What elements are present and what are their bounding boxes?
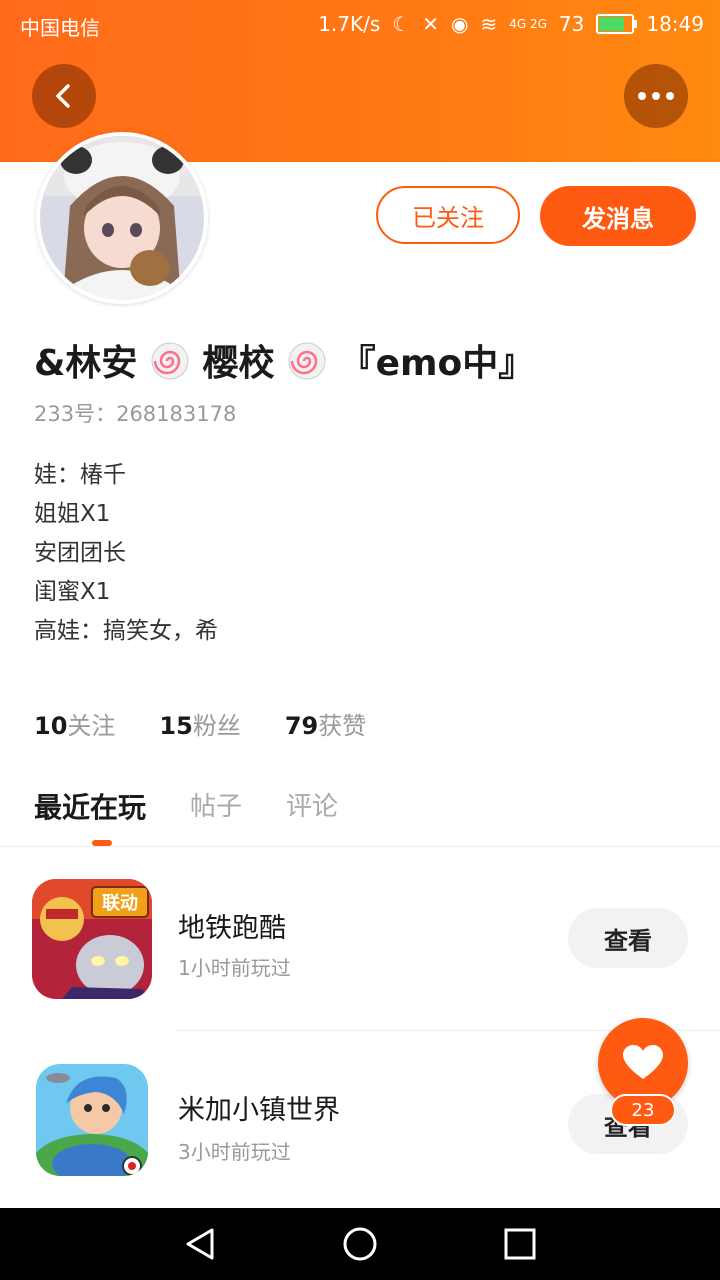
game-icon-art xyxy=(36,1064,148,1176)
username-suffix: 『emo中』 xyxy=(339,343,535,384)
miga-town-game-icon[interactable] xyxy=(36,1064,148,1176)
view-game-button[interactable]: 查看 xyxy=(568,908,688,968)
heart-icon xyxy=(623,1045,663,1079)
more-button[interactable] xyxy=(624,64,688,128)
following-label: 关注 xyxy=(67,712,116,740)
more-dots-icon xyxy=(638,92,674,100)
clock: 18:49 xyxy=(646,12,704,36)
fans-count: 15 xyxy=(159,712,193,740)
game-icon-art: 联动 xyxy=(32,879,152,999)
following-count: 10 xyxy=(34,712,68,740)
bio: 娃：椿千 姐姐X1 安团团长 闺蜜X1 高娃：搞笑女，希 xyxy=(34,456,218,651)
bio-line: 姐姐X1 xyxy=(34,501,111,527)
nav-home-icon[interactable] xyxy=(342,1226,378,1262)
likes-stat[interactable]: 79获赞 xyxy=(285,706,366,741)
send-message-button[interactable]: 发消息 xyxy=(540,186,696,246)
tab-recently-played[interactable]: 最近在玩 xyxy=(34,786,146,826)
bio-line: 闺蜜X1 xyxy=(34,579,111,605)
fans-label: 粉丝 xyxy=(192,712,241,740)
carrier-label: 中国电信 xyxy=(20,16,100,40)
last-played-time: 3小时前玩过 xyxy=(178,1140,291,1164)
like-count-badge: 23 xyxy=(610,1094,676,1126)
divider xyxy=(0,846,720,847)
username: &林安 樱校 『emo中』 xyxy=(34,334,534,386)
tab-posts[interactable]: 帖子 xyxy=(190,786,242,826)
last-played-time: 1小时前玩过 xyxy=(178,956,291,980)
system-nav-bar xyxy=(0,1208,720,1280)
bio-line: 娃：椿千 xyxy=(34,462,126,488)
avatar[interactable] xyxy=(36,132,208,304)
net-speed: 1.7K/s xyxy=(318,12,381,36)
follow-button[interactable]: 已关注 xyxy=(376,186,520,244)
subway-surfers-game-icon[interactable]: 联动 xyxy=(32,879,152,999)
status-icons: 1.7K/s ☾ ✕ ◉ ≋ 4G 2G 73 18:49 xyxy=(318,12,704,36)
lollipop-emoji-icon xyxy=(151,342,189,380)
status-bar: 中国电信 1.7K/s ☾ ✕ ◉ ≋ 4G 2G 73 18:49 xyxy=(0,0,720,52)
user-id: 233号：268183178 xyxy=(34,402,237,426)
chevron-left-icon xyxy=(56,84,70,108)
game-name: 米加小镇世界 xyxy=(178,1095,340,1126)
battery-percent: 73 xyxy=(558,12,585,36)
mute-icon: ✕ xyxy=(422,12,439,36)
likes-label: 获赞 xyxy=(318,712,367,740)
tab-comments[interactable]: 评论 xyxy=(286,786,338,826)
game-badge: 联动 xyxy=(102,893,138,914)
wifi-icon: ≋ xyxy=(480,12,498,36)
fans-stat[interactable]: 15粉丝 xyxy=(159,706,240,741)
eye-icon: ◉ xyxy=(451,12,469,36)
nav-recents-icon[interactable] xyxy=(502,1226,538,1262)
back-button[interactable] xyxy=(32,64,96,128)
likes-count: 79 xyxy=(284,712,319,740)
game-name: 地铁跑酷 xyxy=(178,913,286,944)
lollipop-emoji-icon xyxy=(288,342,326,380)
bio-line: 安团团长 xyxy=(34,540,126,566)
profile-tabs: 最近在玩 帖子 评论 xyxy=(34,786,338,826)
battery-icon xyxy=(596,14,638,34)
following-stat[interactable]: 10关注 xyxy=(34,706,115,741)
nav-back-icon[interactable] xyxy=(182,1226,218,1262)
game-row[interactable]: 联动 地铁跑酷 1小时前玩过 查看 xyxy=(0,848,720,1028)
profile-stats: 10关注 15粉丝 79获赞 xyxy=(34,706,366,741)
bio-line: 高娃：搞笑女，希 xyxy=(34,618,218,644)
avatar-image xyxy=(40,136,204,300)
moon-icon: ☾ xyxy=(392,12,411,36)
network-type: 4G 2G xyxy=(509,16,547,31)
username-prefix: &林安 xyxy=(34,343,138,384)
username-mid: 樱校 xyxy=(202,343,275,384)
